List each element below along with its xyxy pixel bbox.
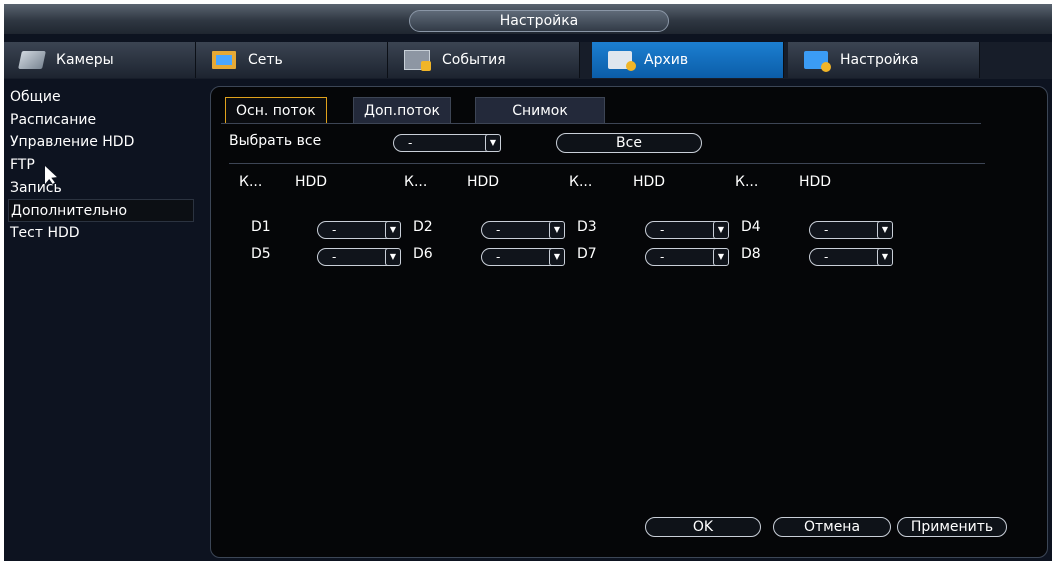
chevron-down-icon: ▼ <box>713 221 729 239</box>
select-all-label: Выбрать все <box>229 133 322 149</box>
main-tab-bar: Камеры Сеть События Архив Настройка <box>4 42 1052 79</box>
tab-cameras[interactable]: Камеры <box>4 42 196 78</box>
title-bar: Настройка <box>4 4 1052 34</box>
network-icon <box>212 51 236 69</box>
app-window: Настройка Камеры Сеть События Архив Наст… <box>4 4 1052 561</box>
sidebar: Общие Расписание Управление HDD FTP Запи… <box>4 86 204 245</box>
channel-label-d6: D6 <box>413 246 433 262</box>
hdd-dropdown-value: - <box>332 223 337 237</box>
column-header-channel: К... <box>404 174 428 190</box>
header-separator <box>229 163 985 164</box>
sidebar-item-schedule[interactable]: Расписание <box>4 109 204 132</box>
column-header-hdd: HDD <box>799 174 832 190</box>
chevron-down-icon: ▼ <box>385 248 401 266</box>
tab-events[interactable]: События <box>388 42 580 78</box>
window-title: Настройка <box>409 10 669 32</box>
tab-cameras-label: Камеры <box>56 52 114 68</box>
hdd-dropdown-value: - <box>660 223 665 237</box>
chevron-down-icon: ▼ <box>549 221 565 239</box>
select-all-value: - <box>408 136 413 150</box>
chevron-down-icon: ▼ <box>485 134 501 152</box>
tab-archive[interactable]: Архив <box>592 42 784 78</box>
tab-archive-label: Архив <box>644 52 689 68</box>
tab-settings[interactable]: Настройка <box>788 42 980 78</box>
hdd-dropdown-d7[interactable]: - ▼ <box>645 248 729 266</box>
channel-label-d1: D1 <box>251 219 271 235</box>
tab-network[interactable]: Сеть <box>196 42 388 78</box>
hdd-dropdown-d8[interactable]: - ▼ <box>809 248 893 266</box>
cancel-button[interactable]: Отмена <box>773 517 891 537</box>
chevron-down-icon: ▼ <box>385 221 401 239</box>
sidebar-item-record[interactable]: Запись <box>4 177 204 200</box>
events-icon <box>404 50 431 71</box>
sidebar-item-hdd-test[interactable]: Тест HDD <box>4 222 204 245</box>
sidebar-item-advanced[interactable]: Дополнительно <box>8 199 194 223</box>
sidebar-item-general[interactable]: Общие <box>4 86 204 109</box>
column-header-channel: К... <box>569 174 593 190</box>
tab-settings-label: Настройка <box>840 52 919 68</box>
tab-sub-stream[interactable]: Доп.поток <box>353 97 452 123</box>
hdd-dropdown-value: - <box>824 250 829 264</box>
storage-panel: Осн. поток Доп.поток Снимок Выбрать все … <box>210 86 1048 558</box>
hdd-dropdown-value: - <box>824 223 829 237</box>
column-header-hdd: HDD <box>295 174 328 190</box>
hdd-dropdown-d3[interactable]: - ▼ <box>645 221 729 239</box>
apply-button[interactable]: Применить <box>897 517 1007 537</box>
sidebar-item-hdd-manager[interactable]: Управление HDD <box>4 131 204 154</box>
channel-label-d4: D4 <box>741 219 761 235</box>
channel-label-d7: D7 <box>577 246 597 262</box>
hdd-dropdown-value: - <box>496 223 501 237</box>
column-header-hdd: HDD <box>633 174 666 190</box>
column-header-hdd: HDD <box>467 174 500 190</box>
select-all-dropdown[interactable]: - ▼ <box>393 134 501 152</box>
tab-snapshot[interactable]: Снимок <box>475 97 605 123</box>
chevron-down-icon: ▼ <box>877 221 893 239</box>
chevron-down-icon: ▼ <box>877 248 893 266</box>
settings-icon <box>804 51 831 72</box>
column-header-channel: К... <box>239 174 263 190</box>
column-header-channel: К... <box>735 174 759 190</box>
hdd-dropdown-d2[interactable]: - ▼ <box>481 221 565 239</box>
hdd-dropdown-value: - <box>496 250 501 264</box>
channel-label-d5: D5 <box>251 246 271 262</box>
channel-label-d3: D3 <box>577 219 597 235</box>
hdd-dropdown-value: - <box>660 250 665 264</box>
ok-button[interactable]: OK <box>645 517 761 537</box>
camera-icon <box>18 51 46 69</box>
hdd-dropdown-d6[interactable]: - ▼ <box>481 248 565 266</box>
archive-icon <box>608 51 636 71</box>
channel-label-d8: D8 <box>741 246 761 262</box>
hdd-dropdown-value: - <box>332 250 337 264</box>
hdd-dropdown-d1[interactable]: - ▼ <box>317 221 401 239</box>
tab-main-stream[interactable]: Осн. поток <box>225 97 327 123</box>
channel-label-d2: D2 <box>413 219 433 235</box>
tab-events-label: События <box>442 52 506 68</box>
chevron-down-icon: ▼ <box>549 248 565 266</box>
chevron-down-icon: ▼ <box>713 248 729 266</box>
hdd-dropdown-d5[interactable]: - ▼ <box>317 248 401 266</box>
subtab-underline <box>221 123 981 124</box>
tab-network-label: Сеть <box>248 52 283 68</box>
all-button[interactable]: Все <box>556 133 702 153</box>
sidebar-item-ftp[interactable]: FTP <box>4 154 204 177</box>
hdd-dropdown-d4[interactable]: - ▼ <box>809 221 893 239</box>
